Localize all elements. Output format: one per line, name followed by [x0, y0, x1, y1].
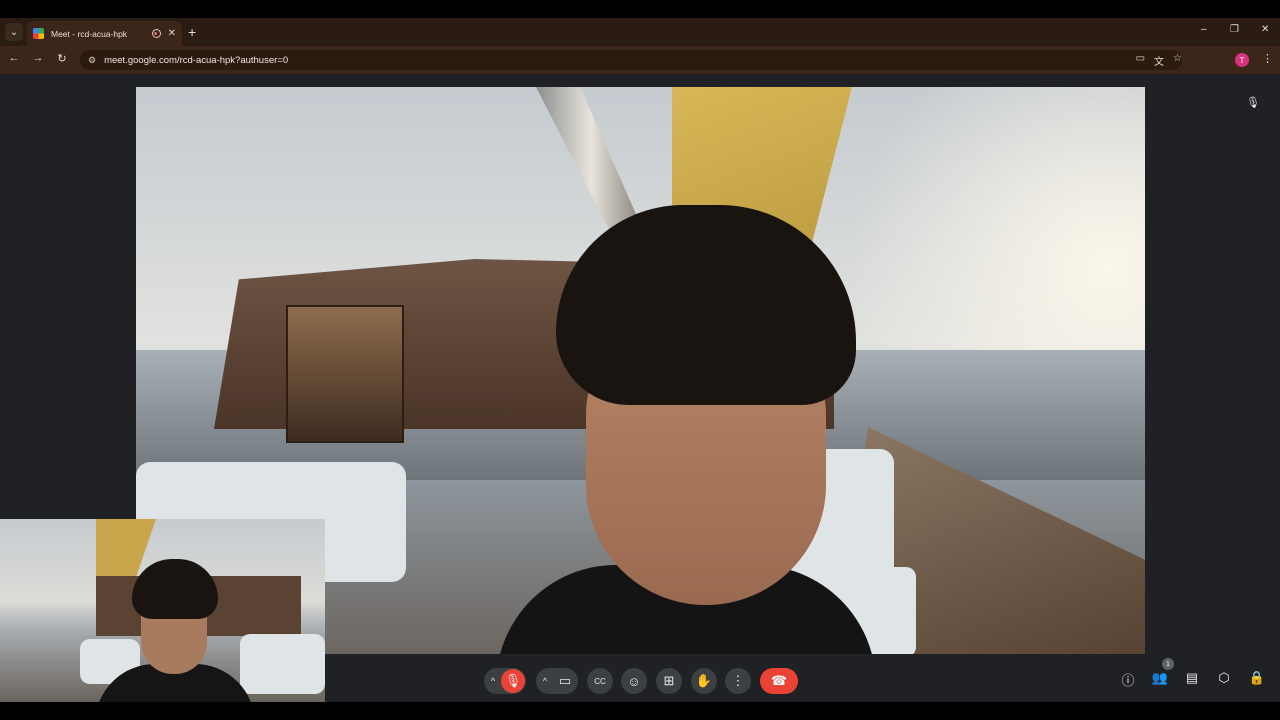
host-controls-icon[interactable]: 🔒	[1247, 670, 1267, 686]
activities-icon[interactable]: ⬡	[1214, 670, 1234, 686]
meeting-controls-bar: ^ 🎙 ^ ▭ CC ☺ ⊞ ✋ ⋮ ☎ ⓘ 👥 ▤ ⬡ 🔒	[0, 662, 1280, 702]
restore-button[interactable]: ❐	[1230, 24, 1239, 35]
microphone-control[interactable]: ^ 🎙	[484, 668, 526, 694]
chat-icon[interactable]: ▤	[1182, 670, 1202, 686]
profile-avatar[interactable]: T	[1235, 53, 1249, 67]
participants-count-badge: 1	[1162, 658, 1174, 670]
tab-meet[interactable]: Meet - rcd-acua-hpk ✕	[27, 21, 182, 46]
bookmark-star-icon[interactable]: ☆	[1173, 53, 1182, 68]
more-options-button[interactable]: ⋮	[725, 668, 751, 694]
tab-strip: ⌄ Meet - rcd-acua-hpk ✕ + – ❐ ✕	[0, 18, 1280, 46]
meeting-details-icon[interactable]: ⓘ	[1118, 670, 1138, 689]
tab-close-icon[interactable]: ✕	[168, 28, 176, 39]
present-screen-button[interactable]: ⊞	[656, 668, 682, 694]
participant-muted-icon: 🎙	[1246, 97, 1260, 109]
captions-button[interactable]: CC	[587, 668, 613, 694]
tab-title: Meet - rcd-acua-hpk	[51, 28, 128, 39]
url-text[interactable]: meet.google.com/rcd-acua-hpk?authuser=0	[104, 55, 288, 66]
browser-menu-icon[interactable]: ⋮	[1262, 52, 1273, 65]
leave-call-button[interactable]: ☎	[760, 668, 798, 694]
mic-off-icon[interactable]: 🎙	[501, 669, 525, 693]
tab-search-icon[interactable]: ⌄	[5, 23, 23, 41]
browser-toolbar: ← → ↻ ⚙ meet.google.com/rcd-acua-hpk?aut…	[0, 46, 1280, 74]
browser-window: ⌄ Meet - rcd-acua-hpk ✕ + – ❐ ✕ ← → ↻ ⚙ …	[0, 18, 1280, 702]
site-info-icon[interactable]: ⚙	[88, 55, 96, 66]
forward-icon[interactable]: →	[30, 52, 46, 64]
audio-options-chevron-icon[interactable]: ^	[485, 668, 501, 694]
close-window-button[interactable]: ✕	[1261, 24, 1269, 35]
meet-favicon-icon	[33, 28, 44, 39]
people-icon[interactable]: 👥	[1150, 670, 1170, 686]
participant-person	[436, 205, 876, 654]
camera-in-use-icon[interactable]: ▭	[1136, 53, 1145, 68]
video-camera-icon[interactable]: ▭	[553, 669, 577, 693]
reload-icon[interactable]: ↻	[54, 52, 70, 65]
back-icon[interactable]: ←	[6, 52, 22, 64]
minimize-button[interactable]: –	[1201, 24, 1207, 35]
raise-hand-button[interactable]: ✋	[691, 668, 717, 694]
address-bar[interactable]: ⚙ meet.google.com/rcd-acua-hpk?authuser=…	[80, 50, 1182, 70]
camera-control[interactable]: ^ ▭	[536, 668, 578, 694]
emoji-reaction-button[interactable]: ☺	[621, 668, 647, 694]
recording-indicator-icon	[151, 29, 161, 38]
translate-icon[interactable]: 文	[1154, 53, 1164, 68]
new-tab-button[interactable]: +	[188, 23, 196, 41]
omnibox-actions: ▭ 文 ☆	[1136, 53, 1182, 68]
video-options-chevron-icon[interactable]: ^	[537, 668, 553, 694]
